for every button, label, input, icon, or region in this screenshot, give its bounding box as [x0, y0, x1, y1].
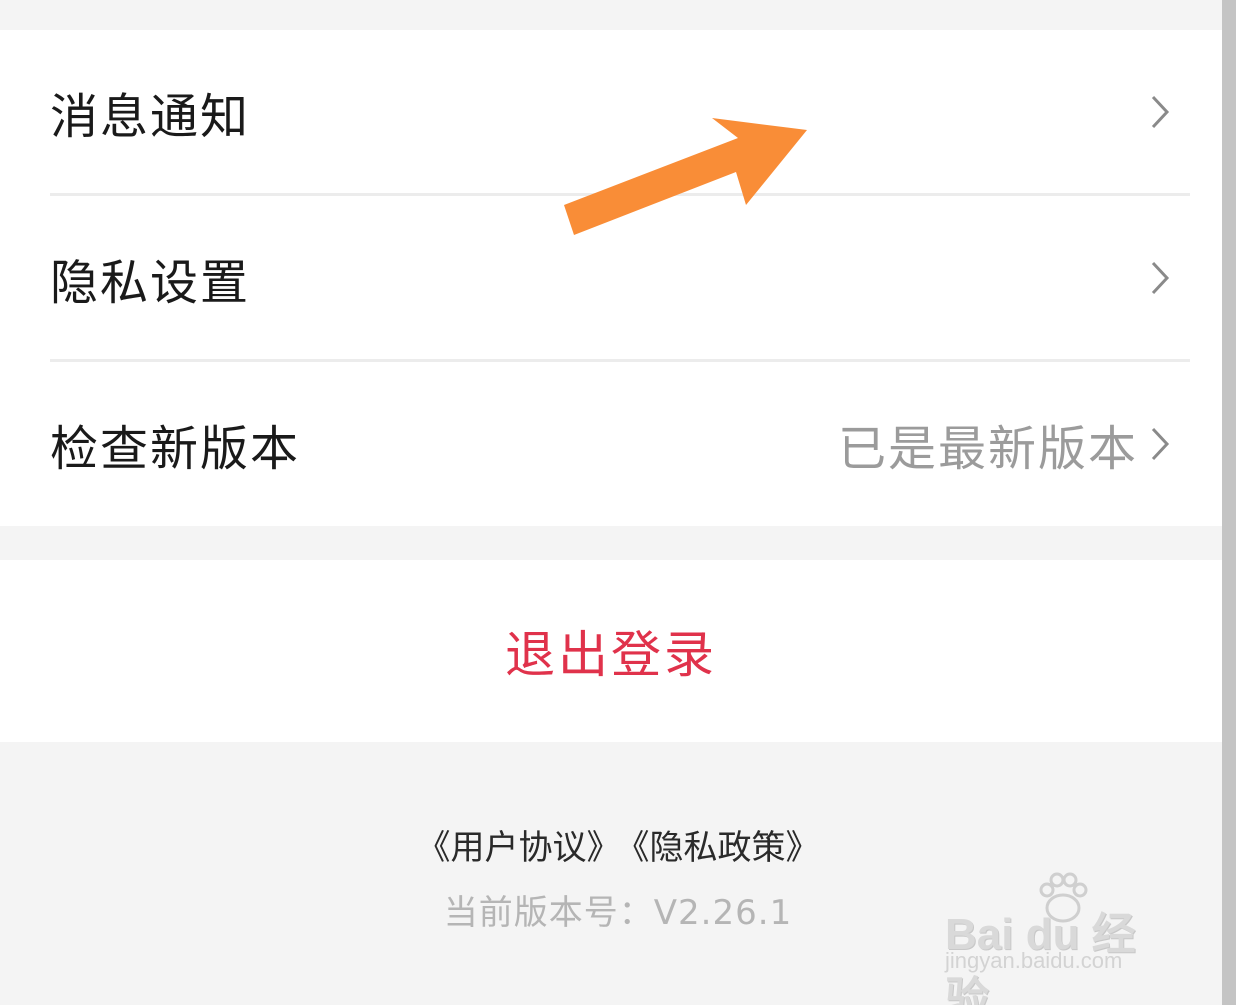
logout-label: 退出登录 — [505, 626, 717, 684]
watermark-url: jingyan.baidu.com — [945, 948, 1123, 973]
chevron-right-icon — [1146, 258, 1174, 298]
footer-links: 《用户协议》 《隐私政策》 — [0, 820, 1236, 869]
version-status-text: 已是最新版本 — [837, 421, 1138, 477]
user-agreement-link[interactable]: 《用户协议》 — [417, 828, 621, 868]
chevron-right-icon — [1146, 424, 1174, 464]
settings-list: 消息通知 隐私设置 检查新版本 已是最新版本 — [0, 30, 1222, 526]
settings-item-label: 检查新版本 — [50, 421, 301, 477]
settings-page: 消息通知 隐私设置 检查新版本 已是最新版本 退出登录 《用户协议》 《隐私政策》 — [0, 0, 1236, 1005]
settings-item-label: 消息通知 — [50, 89, 251, 145]
baidu-watermark: Bai du 经验 jingyan.baidu.com — [945, 868, 1175, 1005]
scrollbar-track — [1222, 0, 1236, 1005]
privacy-policy-link[interactable]: 《隐私政策》 — [633, 828, 820, 868]
chevron-right-icon — [1146, 92, 1174, 132]
logout-button[interactable]: 退出登录 — [0, 560, 1222, 742]
settings-item-check-update[interactable]: 检查新版本 已是最新版本 — [0, 362, 1222, 526]
annotation-arrow-icon — [564, 118, 807, 235]
settings-item-label: 隐私设置 — [50, 255, 251, 311]
